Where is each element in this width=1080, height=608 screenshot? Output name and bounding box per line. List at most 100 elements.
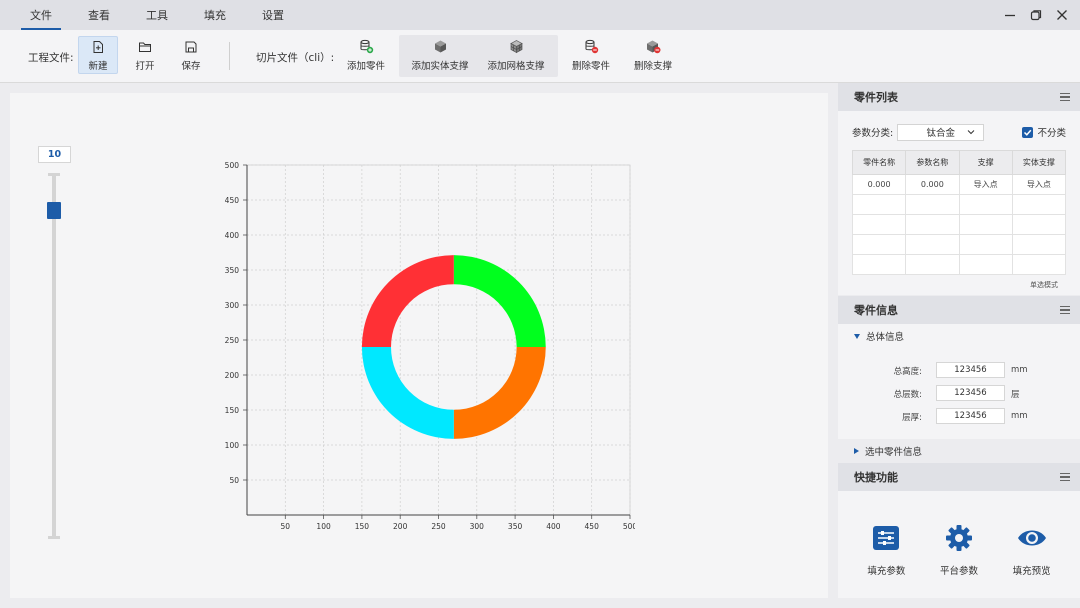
- y-tick-label: 200: [225, 371, 240, 380]
- sliders-icon: [871, 523, 901, 553]
- menu-icon[interactable]: [1060, 306, 1070, 314]
- add-grid-support-button[interactable]: 添加网格支撑: [486, 36, 546, 74]
- eye-icon: [1017, 523, 1047, 553]
- no-classify-label: 不分类: [1037, 128, 1066, 139]
- restore-icon[interactable]: [1028, 7, 1044, 23]
- part-info-panel: 零件信息 总体信息 总高度: 123456 mm 总层数: 123456 层 层…: [838, 296, 1080, 463]
- y-tick-label: 250: [225, 336, 240, 345]
- x-tick-label: 250: [431, 522, 446, 531]
- layer-thickness-field[interactable]: 123456: [936, 408, 1005, 424]
- grid-cube-icon: [508, 39, 524, 55]
- delete-support-icon: [645, 39, 661, 55]
- overall-info-toggle[interactable]: 总体信息: [838, 325, 1080, 347]
- minimize-icon[interactable]: [1002, 7, 1018, 23]
- solid-cube-icon: [432, 39, 448, 55]
- menu-icon[interactable]: [1060, 473, 1070, 481]
- add-part-button[interactable]: 添加零件: [343, 36, 389, 74]
- folder-icon: [137, 39, 153, 55]
- menu-fill[interactable]: 填充: [186, 0, 244, 30]
- overall-info-label: 总体信息: [866, 332, 905, 343]
- total-height-field[interactable]: 123456: [936, 362, 1005, 378]
- layer-thickness-unit: mm: [1011, 411, 1028, 421]
- x-tick-label: 300: [470, 522, 485, 531]
- new-file-icon: [90, 39, 106, 55]
- x-tick-label: 200: [393, 522, 408, 531]
- layer-slider-thumb[interactable]: [47, 201, 61, 219]
- close-icon[interactable]: [1054, 7, 1070, 23]
- x-tick-label: 150: [355, 522, 370, 531]
- selected-part-info-toggle[interactable]: 选中零件信息: [838, 439, 1080, 463]
- quick-functions-panel: 快捷功能 填充参数 平台参数 填充预览: [838, 463, 1080, 598]
- table-row[interactable]: [851, 214, 1067, 235]
- total-layers-unit: 层: [1011, 390, 1020, 400]
- column-param-name[interactable]: 参数名称: [905, 150, 960, 175]
- column-solid-support[interactable]: 实体支撑: [1011, 150, 1067, 175]
- x-tick-label: 350: [508, 522, 523, 531]
- delete-part-icon: [583, 39, 599, 55]
- menu-view[interactable]: 查看: [70, 0, 128, 30]
- window-controls: [1002, 0, 1070, 30]
- menu-settings[interactable]: 设置: [244, 0, 302, 30]
- x-tick-label: 450: [585, 522, 600, 531]
- delete-part-button[interactable]: 删除零件: [568, 36, 614, 74]
- layer-value-box[interactable]: 10: [38, 146, 71, 163]
- x-tick-label: 50: [281, 522, 291, 531]
- project-file-label: 工程文件:: [28, 52, 74, 64]
- fill-preview-button[interactable]: 填充预览: [1002, 523, 1062, 577]
- table-row[interactable]: [851, 194, 1067, 215]
- part-info-title: 零件信息: [854, 304, 898, 317]
- toolbar-separator: [229, 42, 230, 70]
- y-tick-label: 400: [225, 231, 240, 240]
- slider-bottom-cap: [48, 536, 60, 539]
- quick-functions-title: 快捷功能: [854, 471, 898, 484]
- y-tick-label: 300: [225, 301, 240, 310]
- triangle-right-icon: [854, 448, 859, 454]
- selected-part-info-label: 选中零件信息: [865, 447, 923, 458]
- menu-file[interactable]: 文件: [12, 0, 70, 30]
- layer-thickness-row: 层厚: 123456 mm: [838, 406, 1080, 429]
- parts-table: 零件名称 参数名称 支撑 实体支撑 0.000 0.000 导入点 导入点: [851, 150, 1067, 275]
- category-label: 参数分类:: [852, 128, 894, 139]
- save-button[interactable]: 保存: [171, 36, 211, 74]
- no-classify-toggle[interactable]: 不分类: [1022, 125, 1066, 139]
- x-tick-label: 500: [623, 522, 635, 531]
- total-layers-label: 总层数:: [893, 390, 922, 400]
- total-layers-row: 总层数: 123456 层: [838, 383, 1080, 406]
- menu-icon[interactable]: [1060, 93, 1070, 101]
- viewport-canvas[interactable]: 10 50 100 150 200 250 300 350 400 450 500 50 100 150…: [10, 93, 828, 598]
- category-row: 参数分类: 钛合金 不分类: [838, 123, 1080, 141]
- table-row[interactable]: [851, 234, 1067, 255]
- gear-icon: [944, 523, 974, 553]
- menu-tools[interactable]: 工具: [128, 0, 186, 30]
- new-button[interactable]: 新建: [78, 36, 118, 74]
- save-icon: [183, 39, 199, 55]
- no-classify-checkbox[interactable]: [1022, 126, 1034, 138]
- total-layers-field[interactable]: 123456: [936, 385, 1005, 401]
- add-solid-support-button[interactable]: 添加实体支撑: [410, 36, 470, 74]
- quick-functions-header: 快捷功能: [838, 463, 1080, 491]
- column-part-name[interactable]: 零件名称: [851, 150, 907, 175]
- part-list-panel: 零件列表 参数分类: 钛合金 不分类 零件名称 参数名称 支撑 实体支撑 0.0…: [838, 83, 1080, 295]
- table-row[interactable]: 0.000 0.000 导入点 导入点: [851, 174, 1067, 195]
- toolbar: 工程文件: 新建 打开 保存 切片文件（cli）: 添加零件 添加实体支撑 添加…: [0, 30, 1080, 83]
- slice-chart: 50 100 150 200 250 300 350 400 450 500 50 100 150 200…: [225, 161, 635, 531]
- add-part-icon: [358, 39, 374, 55]
- selection-mode-note: 单选模式: [1030, 281, 1058, 289]
- slice-file-label: 切片文件（cli）:: [256, 52, 335, 64]
- column-support[interactable]: 支撑: [958, 150, 1013, 175]
- open-button[interactable]: 打开: [125, 36, 165, 74]
- delete-support-button[interactable]: 删除支撑: [630, 36, 676, 74]
- y-tick-label: 50: [229, 476, 239, 485]
- part-info-header: 零件信息: [838, 296, 1080, 324]
- menu-bar: 文件 查看 工具 填充 设置: [0, 0, 1080, 30]
- table-row[interactable]: [851, 254, 1067, 275]
- layer-slider-track[interactable]: [52, 174, 56, 539]
- fill-params-button[interactable]: 填充参数: [856, 523, 916, 577]
- platform-params-button[interactable]: 平台参数: [929, 523, 989, 577]
- y-tick-label: 150: [225, 406, 240, 415]
- category-select[interactable]: 钛合金: [897, 123, 985, 141]
- part-list-title: 零件列表: [854, 91, 898, 104]
- quick-functions-list: 填充参数 平台参数 填充预览: [838, 491, 1080, 577]
- total-height-label: 总高度:: [893, 367, 922, 377]
- x-tick-label: 100: [316, 522, 331, 531]
